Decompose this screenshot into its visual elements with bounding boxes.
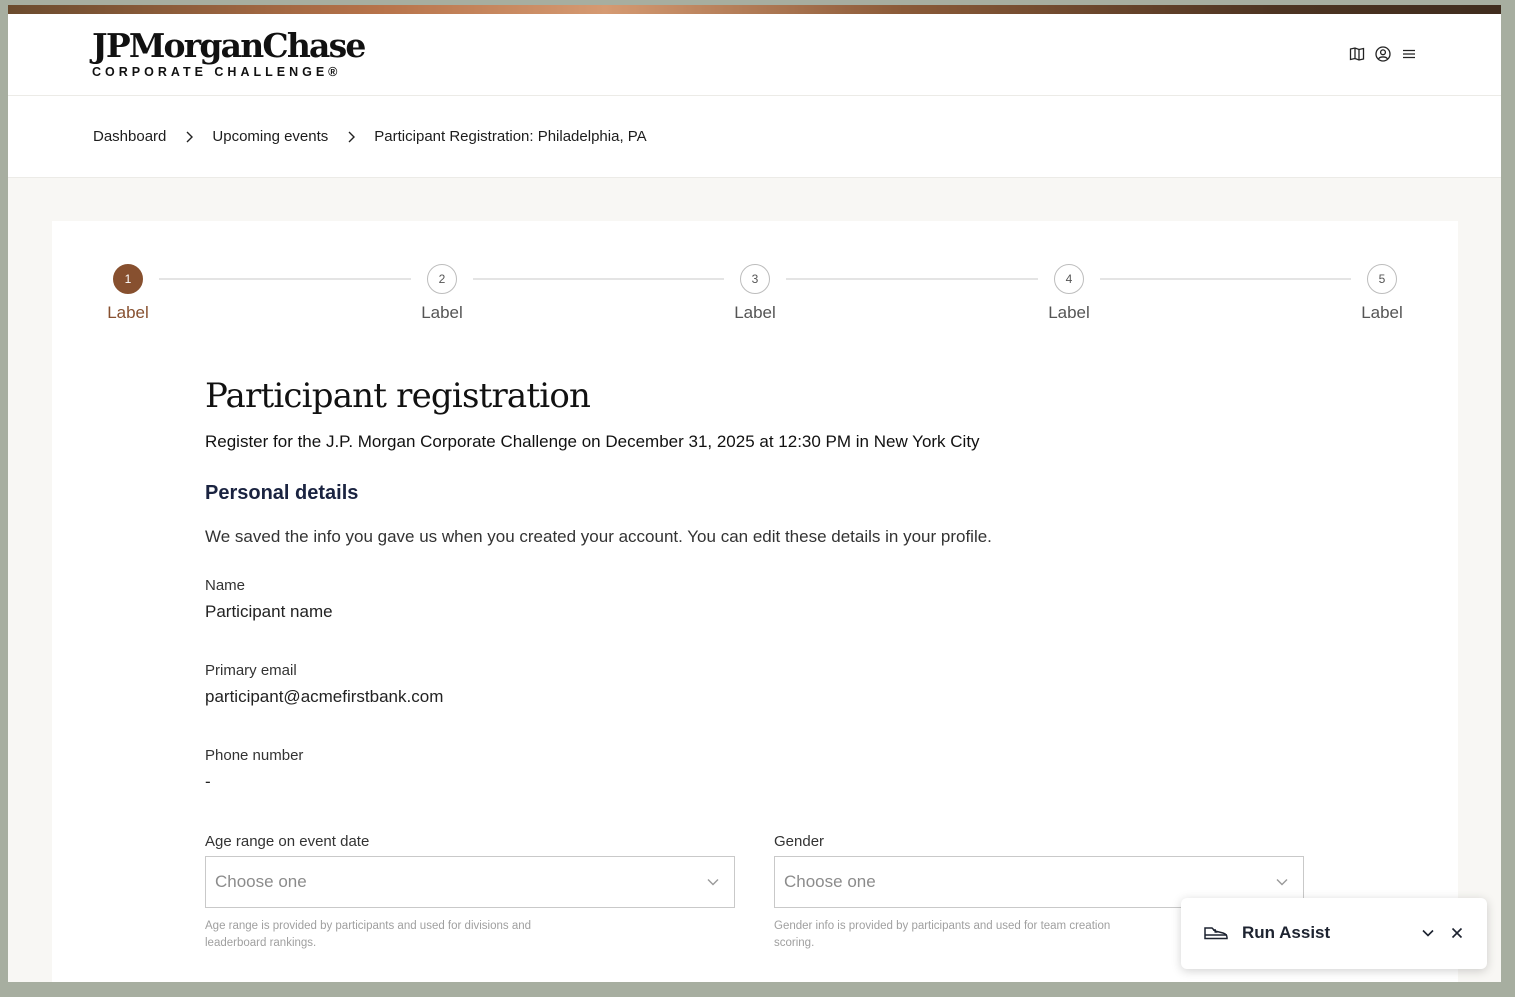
- book-icon[interactable]: [1349, 46, 1365, 62]
- step-label: Label: [1048, 303, 1090, 322]
- step-label: Label: [734, 303, 776, 322]
- gender-label: Gender: [774, 833, 825, 850]
- logo-wordmark: JPMorganChase: [92, 26, 366, 65]
- registration-card: 1 Label 2 Label 3 Label 4 Label 5 Label …: [52, 221, 1458, 982]
- age-range-label: Age range on event date: [205, 833, 370, 850]
- registration-form: Participant registration Register for th…: [205, 376, 1305, 792]
- step-label: Label: [421, 303, 463, 322]
- age-range-select[interactable]: Choose one: [205, 856, 735, 908]
- phone-label: Phone number: [205, 747, 304, 764]
- step-connector: [1100, 278, 1351, 280]
- close-icon[interactable]: [1450, 926, 1464, 940]
- step-label: Label: [107, 303, 149, 322]
- app-frame: JPMorganChase CORPORATE CHALLENGE® Dashb…: [8, 5, 1501, 982]
- run-assist-widget[interactable]: Run Assist: [1181, 898, 1487, 969]
- step-number: 2: [427, 264, 457, 294]
- email-field: Primary email participant@acmefirstbank.…: [205, 662, 1305, 707]
- menu-icon[interactable]: [1401, 46, 1417, 62]
- breadcrumb-current-page: Participant Registration: Philadelphia, …: [374, 128, 647, 145]
- age-range-placeholder: Choose one: [215, 872, 307, 891]
- email-value: participant@acmefirstbank.com: [205, 687, 444, 706]
- step-connector: [786, 278, 1038, 280]
- step-number: 5: [1367, 264, 1397, 294]
- logo-subtitle: CORPORATE CHALLENGE®: [92, 65, 342, 79]
- user-icon[interactable]: [1375, 46, 1391, 62]
- breadcrumb-upcoming-events[interactable]: Upcoming events: [212, 128, 328, 145]
- chevron-down-icon[interactable]: [1421, 926, 1435, 940]
- step-5[interactable]: 5 Label: [1342, 264, 1422, 323]
- phone-field: Phone number -: [205, 747, 1305, 792]
- chevron-right-icon: [348, 131, 356, 142]
- step-connector: [473, 278, 724, 280]
- chevron-down-icon: [1276, 879, 1288, 886]
- step-connector: [159, 278, 411, 280]
- event-subtitle: Register for the J.P. Morgan Corporate C…: [205, 432, 980, 451]
- step-4[interactable]: 4 Label: [1029, 264, 1109, 323]
- gender-helper: Gender info is provided by participants …: [774, 920, 1111, 949]
- run-assist-label: Run Assist: [1242, 923, 1331, 942]
- brand-color-bar: [8, 5, 1501, 14]
- age-range-helper: Age range is provided by participants an…: [205, 920, 532, 949]
- age-range-group: Age range on event date Choose one Age r…: [205, 833, 735, 952]
- header-actions: [1349, 46, 1417, 62]
- section-title: Personal details: [205, 482, 359, 504]
- step-2[interactable]: 2 Label: [402, 264, 482, 323]
- step-number: 3: [740, 264, 770, 294]
- step-1[interactable]: 1 Label: [88, 264, 168, 323]
- shoe-icon: [1204, 927, 1228, 940]
- breadcrumb: Dashboard Upcoming events Participant Re…: [8, 96, 1501, 178]
- step-label: Label: [1361, 303, 1403, 322]
- name-value: Participant name: [205, 602, 333, 621]
- name-label: Name: [205, 577, 246, 594]
- phone-value: -: [205, 772, 211, 791]
- site-header: JPMorganChase CORPORATE CHALLENGE®: [8, 14, 1501, 96]
- section-description: We saved the info you gave us when you c…: [205, 527, 992, 546]
- page-title: Participant registration: [205, 376, 591, 416]
- progress-stepper: 1 Label 2 Label 3 Label 4 Label 5 Label: [52, 264, 1458, 334]
- chevron-right-icon: [186, 131, 194, 142]
- gender-placeholder: Choose one: [784, 872, 876, 891]
- step-number: 1: [113, 264, 143, 294]
- breadcrumb-dashboard[interactable]: Dashboard: [93, 128, 166, 145]
- email-label: Primary email: [205, 662, 297, 679]
- logo[interactable]: JPMorganChase CORPORATE CHALLENGE®: [92, 26, 366, 80]
- chevron-down-icon: [707, 879, 719, 886]
- step-number: 4: [1054, 264, 1084, 294]
- name-field: Name Participant name: [205, 577, 1305, 622]
- step-3[interactable]: 3 Label: [715, 264, 795, 323]
